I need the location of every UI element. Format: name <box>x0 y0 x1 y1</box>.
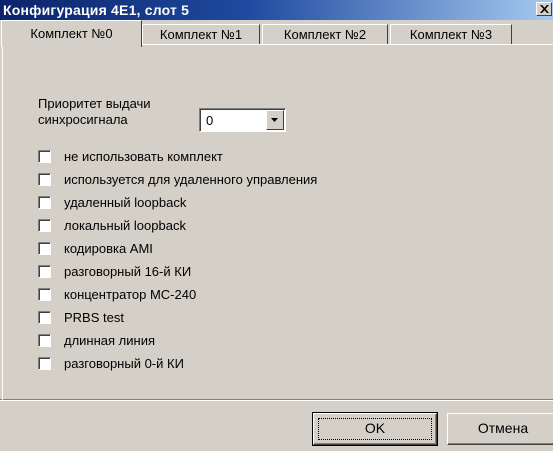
tab-label: Комплект №3 <box>409 27 493 42</box>
tab-label: Комплект №0 <box>30 26 113 41</box>
tab-komplekt-2[interactable]: Комплект №2 <box>262 24 388 45</box>
window-title: Конфигурация 4E1, слот 5 <box>3 2 190 18</box>
dialog-window: Конфигурация 4E1, слот 5 Комплект №0 Ком… <box>0 0 553 451</box>
title-bar[interactable]: Конфигурация 4E1, слот 5 <box>0 0 553 20</box>
tab-label: Комплект №2 <box>283 27 367 42</box>
tab-komplekt-3[interactable]: Комплект №3 <box>390 24 512 45</box>
tab-komplekt-1[interactable]: Комплект №1 <box>142 24 260 45</box>
close-icon <box>540 5 549 13</box>
focus-rectangle <box>318 418 432 440</box>
tab-label: Комплект №1 <box>159 27 243 42</box>
cancel-button-label: Отмена <box>477 420 529 436</box>
tab-komplekt-0[interactable]: Комплект №0 <box>1 20 142 47</box>
cancel-button[interactable]: Отмена <box>447 413 553 445</box>
tab-panel <box>2 44 553 400</box>
ok-button[interactable]: OK <box>312 412 438 446</box>
separator-highlight <box>0 400 553 401</box>
close-button[interactable] <box>536 2 552 16</box>
